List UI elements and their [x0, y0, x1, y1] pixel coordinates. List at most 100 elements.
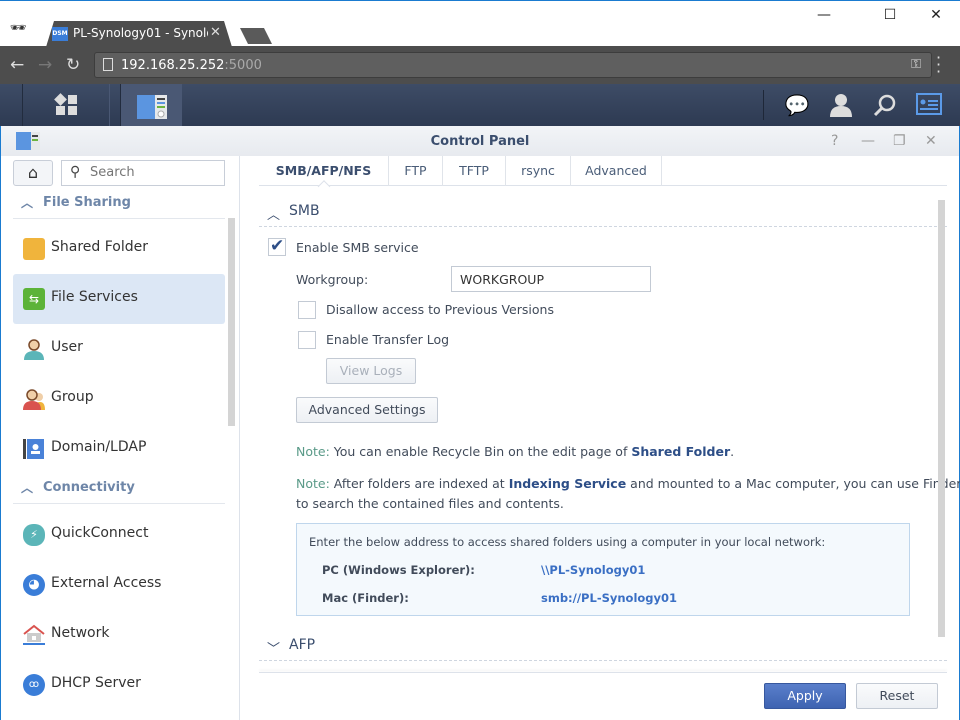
sidebar-item-dhcp-server[interactable]: ꝏ DHCP Server — [13, 660, 225, 710]
reload-icon[interactable]: ↻ — [66, 55, 80, 75]
sidebar-item-domain-ldap[interactable]: Domain/LDAP — [13, 424, 225, 474]
group-file-sharing[interactable]: ︿ File Sharing — [13, 189, 225, 219]
enable-transfer-log-checkbox[interactable] — [298, 331, 316, 349]
sidebar-item-user[interactable]: User — [13, 324, 225, 374]
control-panel-window: Control Panel ? — ❐ ✕ ⌂ ⚲ ︿ File Sharing… — [1, 126, 960, 720]
workgroup-label: Workgroup: — [296, 272, 369, 287]
tab-smb-afp-nfs[interactable]: SMB/AFP/NFS — [259, 156, 389, 186]
network-house-icon — [23, 624, 45, 646]
group-connectivity[interactable]: ︿ Connectivity — [13, 474, 225, 504]
search-icon: ⚲ — [70, 164, 81, 180]
pc-label: PC (Windows Explorer): — [322, 563, 475, 577]
disallow-previous-versions-checkbox[interactable] — [298, 301, 316, 319]
main-menu-icon — [54, 93, 80, 117]
sidebar-item-shared-folder[interactable]: Shared Folder — [13, 224, 225, 274]
workgroup-input[interactable] — [451, 266, 651, 292]
enable-smb-checkbox[interactable] — [268, 236, 286, 256]
home-button[interactable]: ⌂ — [13, 160, 53, 186]
tab-close-icon[interactable]: ✕ — [210, 25, 221, 40]
advanced-settings-button[interactable]: Advanced Settings — [296, 397, 438, 423]
tab-ftp[interactable]: FTP — [389, 156, 443, 186]
mac-address-value[interactable]: smb://PL-Synology01 — [541, 591, 677, 605]
sidebar-item-group[interactable]: Group — [13, 374, 225, 424]
new-tab-button[interactable] — [240, 28, 272, 44]
user-icon — [23, 338, 45, 360]
tab-bar: SMB/AFP/NFS FTP TFTP rsync Advanced — [259, 156, 947, 186]
info-intro-text: Enter the below address to access shared… — [309, 535, 826, 549]
dsm-taskbar: 💬 — [0, 84, 960, 126]
reset-button[interactable]: Reset — [856, 683, 938, 709]
shared-folder-icon — [23, 238, 45, 260]
close-button[interactable]: ✕ — [925, 133, 937, 149]
taskbar-divider — [763, 90, 764, 120]
window-maximize-button[interactable]: ☐ — [880, 7, 900, 23]
quickconnect-icon: ⚡ — [23, 524, 45, 546]
browser-titlebar: 🕶 DSM PL-Synology01 - Synolog ✕ — ☐ ✕ — [0, 0, 960, 47]
search-field[interactable]: ⚲ — [61, 160, 225, 186]
search-input[interactable] — [90, 165, 218, 180]
help-button[interactable]: ? — [831, 133, 838, 149]
main-scrollbar[interactable] — [938, 200, 945, 637]
view-logs-button[interactable]: View Logs — [326, 358, 416, 384]
page-icon — [103, 58, 113, 71]
file-services-icon: ⇆ — [23, 288, 45, 310]
browser-tab[interactable]: DSM PL-Synology01 - Synolog ✕ — [46, 21, 232, 47]
browser-menu-icon[interactable]: · · · — [936, 50, 941, 80]
home-icon: ⌂ — [27, 163, 39, 182]
apply-button[interactable]: Apply — [764, 683, 846, 709]
notifications-chat-icon[interactable]: 💬 — [784, 93, 810, 117]
chevron-down-icon: ﹀ — [267, 642, 281, 657]
shared-folder-link[interactable]: Shared Folder — [631, 444, 730, 459]
mac-label: Mac (Finder): — [322, 591, 409, 605]
key-icon[interactable]: ⚿ — [911, 57, 921, 72]
control-panel-icon — [137, 93, 167, 119]
back-icon[interactable]: ← — [10, 55, 24, 75]
chevron-up-icon: ︿ — [21, 196, 34, 210]
sidebar: ⌂ ⚲ ︿ File Sharing Shared Folder ⇆ File … — [1, 156, 240, 720]
main-menu-button[interactable] — [22, 84, 110, 126]
tab-title: PL-Synology01 - Synolog — [73, 26, 208, 40]
domain-ldap-icon — [23, 438, 45, 460]
pc-address-value[interactable]: \\PL-Synology01 — [541, 563, 645, 577]
forward-icon[interactable]: → — [38, 55, 52, 75]
tab-rsync[interactable]: rsync — [506, 156, 571, 186]
section-smb-header[interactable]: ︿ SMB — [259, 199, 947, 227]
control-panel-taskbar-button[interactable] — [120, 84, 182, 126]
user-account-icon[interactable] — [828, 93, 854, 117]
network-address-info-box: Enter the below address to access shared… — [296, 523, 910, 616]
section-afp-header[interactable]: ﹀ AFP — [259, 633, 947, 661]
note-indexing: Note: After folders are indexed at Index… — [296, 476, 960, 491]
enable-transfer-log-label: Enable Transfer Log — [326, 332, 450, 347]
globe-icon: ◕ — [23, 574, 45, 596]
note-indexing-line2: to search the contained files and conten… — [296, 496, 564, 511]
tab-advanced[interactable]: Advanced — [571, 156, 662, 186]
url-input[interactable]: 192.168.25.252:5000 ⚿ — [94, 52, 932, 78]
restore-button[interactable]: ❐ — [893, 133, 906, 149]
sidebar-item-network[interactable]: Network — [13, 610, 225, 660]
tab-tftp[interactable]: TFTP — [443, 156, 506, 186]
incognito-icon: 🕶 — [9, 21, 27, 36]
widgets-icon[interactable] — [916, 93, 942, 117]
search-icon[interactable] — [872, 93, 898, 117]
minimize-button[interactable]: — — [861, 133, 875, 149]
footer-divider — [259, 672, 947, 673]
chevron-up-icon: ︿ — [267, 208, 281, 223]
enable-smb-label: Enable SMB service — [296, 240, 419, 255]
sidebar-item-quickconnect[interactable]: ⚡ QuickConnect — [13, 510, 225, 560]
indexing-service-link[interactable]: Indexing Service — [509, 476, 627, 491]
dhcp-icon: ꝏ — [23, 674, 45, 696]
address-bar: ← → ↻ 192.168.25.252:5000 ⚿ · · · — [0, 46, 960, 84]
sidebar-item-external-access[interactable]: ◕ External Access — [13, 560, 225, 610]
window-close-button[interactable]: ✕ — [926, 7, 946, 23]
window-minimize-button[interactable]: — — [814, 7, 834, 23]
group-icon — [23, 388, 45, 410]
url-text: 192.168.25.252:5000 — [121, 58, 262, 73]
sidebar-item-file-services[interactable]: ⇆ File Services — [13, 274, 225, 324]
note-recycle-bin: Note: You can enable Recycle Bin on the … — [296, 444, 735, 459]
disallow-previous-versions-label: Disallow access to Previous Versions — [326, 302, 554, 317]
window-title: Control Panel — [430, 134, 530, 149]
window-header: Control Panel ? — ❐ ✕ — [1, 126, 959, 156]
chevron-up-icon: ︿ — [21, 481, 34, 495]
dsm-favicon-icon: DSM — [52, 27, 68, 41]
sidebar-scrollbar[interactable] — [228, 218, 235, 426]
